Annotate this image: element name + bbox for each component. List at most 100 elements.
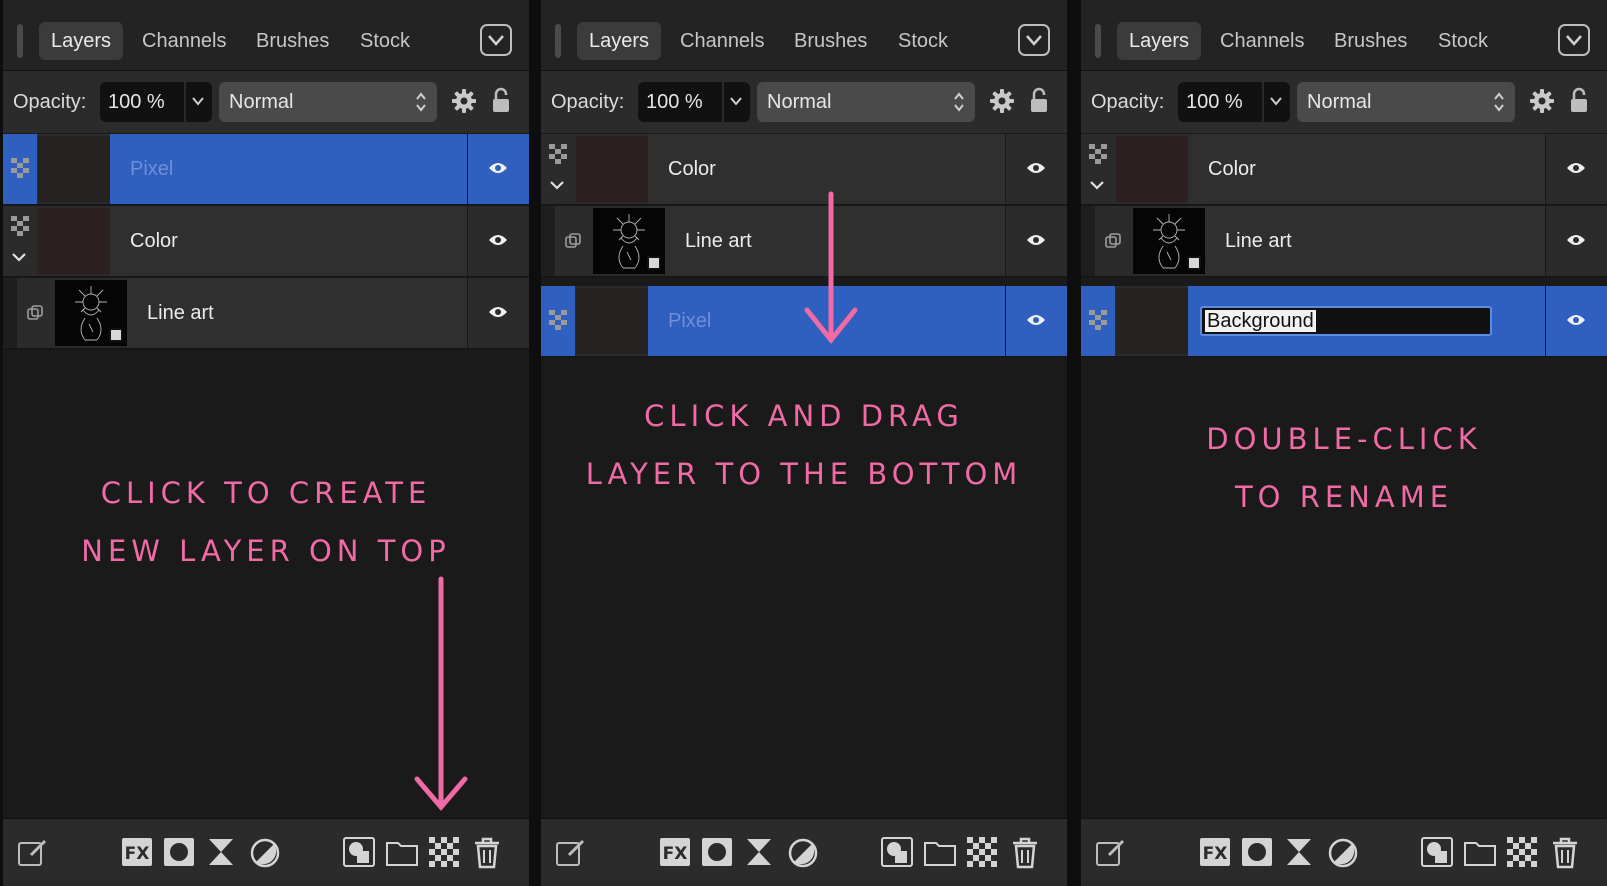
adjustment-icon[interactable] [249, 837, 281, 869]
layer-row-background[interactable]: Background [1081, 286, 1607, 357]
chevron-down-icon[interactable] [1270, 96, 1282, 106]
visibility-toggle[interactable] [1005, 206, 1067, 276]
visibility-toggle[interactable] [467, 278, 529, 348]
tab-brushes[interactable]: Brushes [244, 22, 341, 60]
layer-thumbnail [1116, 288, 1188, 354]
trash-icon[interactable] [473, 837, 501, 869]
edit-icon[interactable] [555, 837, 587, 867]
panel-menu-button[interactable] [1018, 24, 1050, 56]
tab-stock[interactable]: Stock [1426, 22, 1500, 60]
panel-grip-handle[interactable] [1095, 24, 1101, 58]
folder-icon[interactable] [923, 837, 957, 867]
hourglass-icon[interactable] [1285, 837, 1313, 867]
panel-grip-handle[interactable] [17, 24, 23, 58]
visibility-toggle[interactable] [1005, 286, 1067, 356]
layer-rename-input[interactable]: Background [1200, 306, 1492, 336]
chevron-down-icon[interactable] [730, 96, 742, 106]
layer-row-line-art[interactable]: Line art [1081, 206, 1607, 277]
layer-name: Line art [1225, 230, 1292, 252]
tab-layers[interactable]: Layers [39, 22, 124, 60]
place-image-icon[interactable] [1421, 837, 1453, 867]
trash-icon[interactable] [1011, 837, 1039, 869]
tab-stock[interactable]: Stock [886, 22, 960, 60]
layer-name-area[interactable]: Pixel [110, 134, 467, 204]
layer-select-strip[interactable] [1081, 134, 1115, 204]
mask-icon[interactable] [163, 837, 195, 867]
visibility-toggle[interactable] [1005, 134, 1067, 204]
tab-brushes[interactable]: Brushes [1322, 22, 1419, 60]
layer-name-area[interactable]: Background [1188, 286, 1545, 356]
annotation-line: layer to the bottom [585, 457, 1023, 491]
opacity-field[interactable]: 100 % [1178, 82, 1290, 122]
layer-row-color[interactable]: Color [1081, 134, 1607, 205]
layer-row-color[interactable]: Color [3, 206, 529, 277]
place-image-icon[interactable] [343, 837, 375, 867]
visibility-toggle[interactable] [467, 206, 529, 276]
layer-select-strip[interactable] [541, 286, 575, 356]
opacity-value[interactable]: 100 % [1186, 91, 1243, 114]
gear-icon[interactable] [1529, 88, 1555, 114]
visibility-toggle[interactable] [1545, 134, 1607, 204]
layer-name-area[interactable]: Line art [127, 278, 467, 348]
new-pixel-layer-icon[interactable] [967, 837, 997, 867]
visibility-toggle[interactable] [1545, 206, 1607, 276]
tab-channels[interactable]: Channels [1208, 22, 1317, 60]
layer-name-area[interactable]: Color [1188, 134, 1545, 204]
tab-layers[interactable]: Layers [1117, 22, 1202, 60]
chevron-down-icon[interactable] [12, 252, 26, 262]
gear-icon[interactable] [451, 88, 477, 114]
new-pixel-layer-icon[interactable] [429, 837, 459, 867]
gear-icon[interactable] [989, 88, 1015, 114]
fx-icon[interactable]: FX [659, 837, 691, 867]
adjustment-icon[interactable] [787, 837, 819, 869]
fx-icon[interactable]: FX [1199, 837, 1231, 867]
place-image-icon[interactable] [881, 837, 913, 867]
new-pixel-layer-icon[interactable] [1507, 837, 1537, 867]
opacity-value[interactable]: 100 % [646, 91, 703, 114]
folder-icon[interactable] [385, 837, 419, 867]
visibility-toggle[interactable] [467, 134, 529, 204]
opacity-value[interactable]: 100 % [108, 91, 165, 114]
chevron-down-icon[interactable] [192, 96, 204, 106]
hourglass-icon[interactable] [207, 837, 235, 867]
panel-menu-button[interactable] [1558, 24, 1590, 56]
panel-menu-button[interactable] [480, 24, 512, 56]
layer-row-pixel[interactable]: Pixel [3, 134, 529, 205]
tab-brushes[interactable]: Brushes [782, 22, 879, 60]
layer-select-strip[interactable] [3, 134, 37, 204]
lock-icon[interactable] [1029, 86, 1049, 114]
lock-icon[interactable] [491, 86, 511, 114]
tab-channels[interactable]: Channels [130, 22, 239, 60]
tab-stock[interactable]: Stock [348, 22, 422, 60]
tab-layers[interactable]: Layers [577, 22, 662, 60]
blend-mode-select[interactable]: Normal [1297, 82, 1515, 122]
mask-icon[interactable] [701, 837, 733, 867]
layer-rename-text[interactable]: Background [1205, 310, 1316, 332]
fx-icon[interactable]: FX [121, 837, 153, 867]
layers-toolbar: FX [541, 818, 1067, 886]
layer-row-line-art[interactable]: Line art [3, 278, 529, 349]
layer-name-area[interactable]: Color [110, 206, 467, 276]
visibility-toggle[interactable] [1545, 286, 1607, 356]
blend-mode-select[interactable]: Normal [219, 82, 437, 122]
opacity-field[interactable]: 100 % [100, 82, 212, 122]
adjustment-icon[interactable] [1327, 837, 1359, 869]
opacity-field[interactable]: 100 % [638, 82, 750, 122]
folder-icon[interactable] [1463, 837, 1497, 867]
mask-icon[interactable] [1241, 837, 1273, 867]
edit-icon[interactable] [1095, 837, 1127, 867]
layer-select-strip[interactable] [1081, 286, 1115, 356]
layer-select-strip[interactable] [541, 134, 575, 204]
blend-mode-select[interactable]: Normal [757, 82, 975, 122]
chevron-down-icon[interactable] [550, 180, 564, 190]
panel-grip-handle[interactable] [555, 24, 561, 58]
edit-icon[interactable] [17, 837, 49, 867]
chevron-down-icon[interactable] [1090, 180, 1104, 190]
layer-select-strip[interactable] [3, 206, 37, 276]
lock-icon[interactable] [1569, 86, 1589, 114]
hourglass-icon[interactable] [745, 837, 773, 867]
layer-thumbnail [576, 136, 648, 202]
trash-icon[interactable] [1551, 837, 1579, 869]
tab-channels[interactable]: Channels [668, 22, 777, 60]
layer-name-area[interactable]: Line art [1205, 206, 1545, 276]
